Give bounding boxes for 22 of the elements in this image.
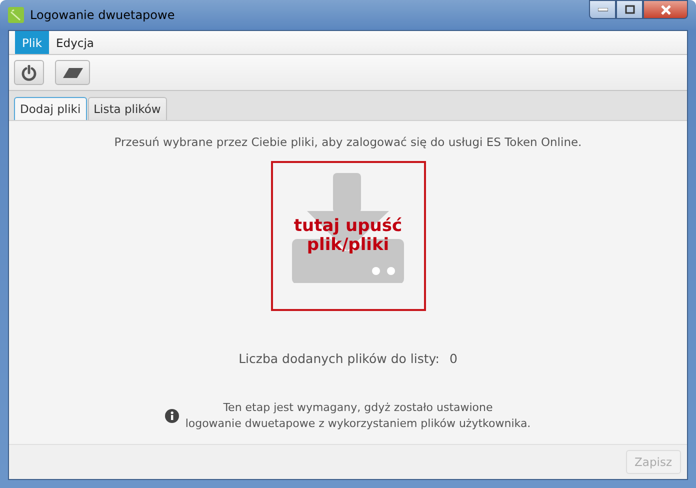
drop-hint: tutaj upuść plik/pliki xyxy=(292,217,404,255)
minimize-button[interactable] xyxy=(589,0,616,19)
info-note: Ten etap jest wymagany, gdyż zostało ustawione logowanie dwuetapowe z wykorzystaniem plików użytkownika. xyxy=(185,400,531,432)
count-value: 0 xyxy=(449,351,458,366)
power-button[interactable] xyxy=(14,60,44,85)
maximize-button[interactable] xyxy=(616,0,643,19)
close-button[interactable] xyxy=(643,0,688,19)
tab[interactable]: Lista plików xyxy=(88,97,167,120)
maximize-icon xyxy=(624,5,634,14)
menu-item[interactable]: Edycja xyxy=(49,31,101,54)
power-icon xyxy=(21,64,37,80)
instruction-text: Przesuń wybrane przez Ciebie pliki, aby zalogować się do usługi ES Token Online. xyxy=(114,135,582,149)
eraser-button[interactable] xyxy=(55,60,90,85)
tab[interactable]: Dodaj pliki xyxy=(14,97,87,120)
drop-zone[interactable]: tutaj upuść plik/pliki xyxy=(270,161,426,311)
count-label: Liczba dodanych plików do listy: xyxy=(238,351,440,366)
window-title: Logowanie dwuetapowe xyxy=(30,8,176,22)
app-icon xyxy=(8,7,24,23)
eraser-icon xyxy=(62,66,84,78)
close-icon xyxy=(660,4,672,14)
minimize-icon xyxy=(598,8,608,12)
info-icon xyxy=(165,409,180,423)
